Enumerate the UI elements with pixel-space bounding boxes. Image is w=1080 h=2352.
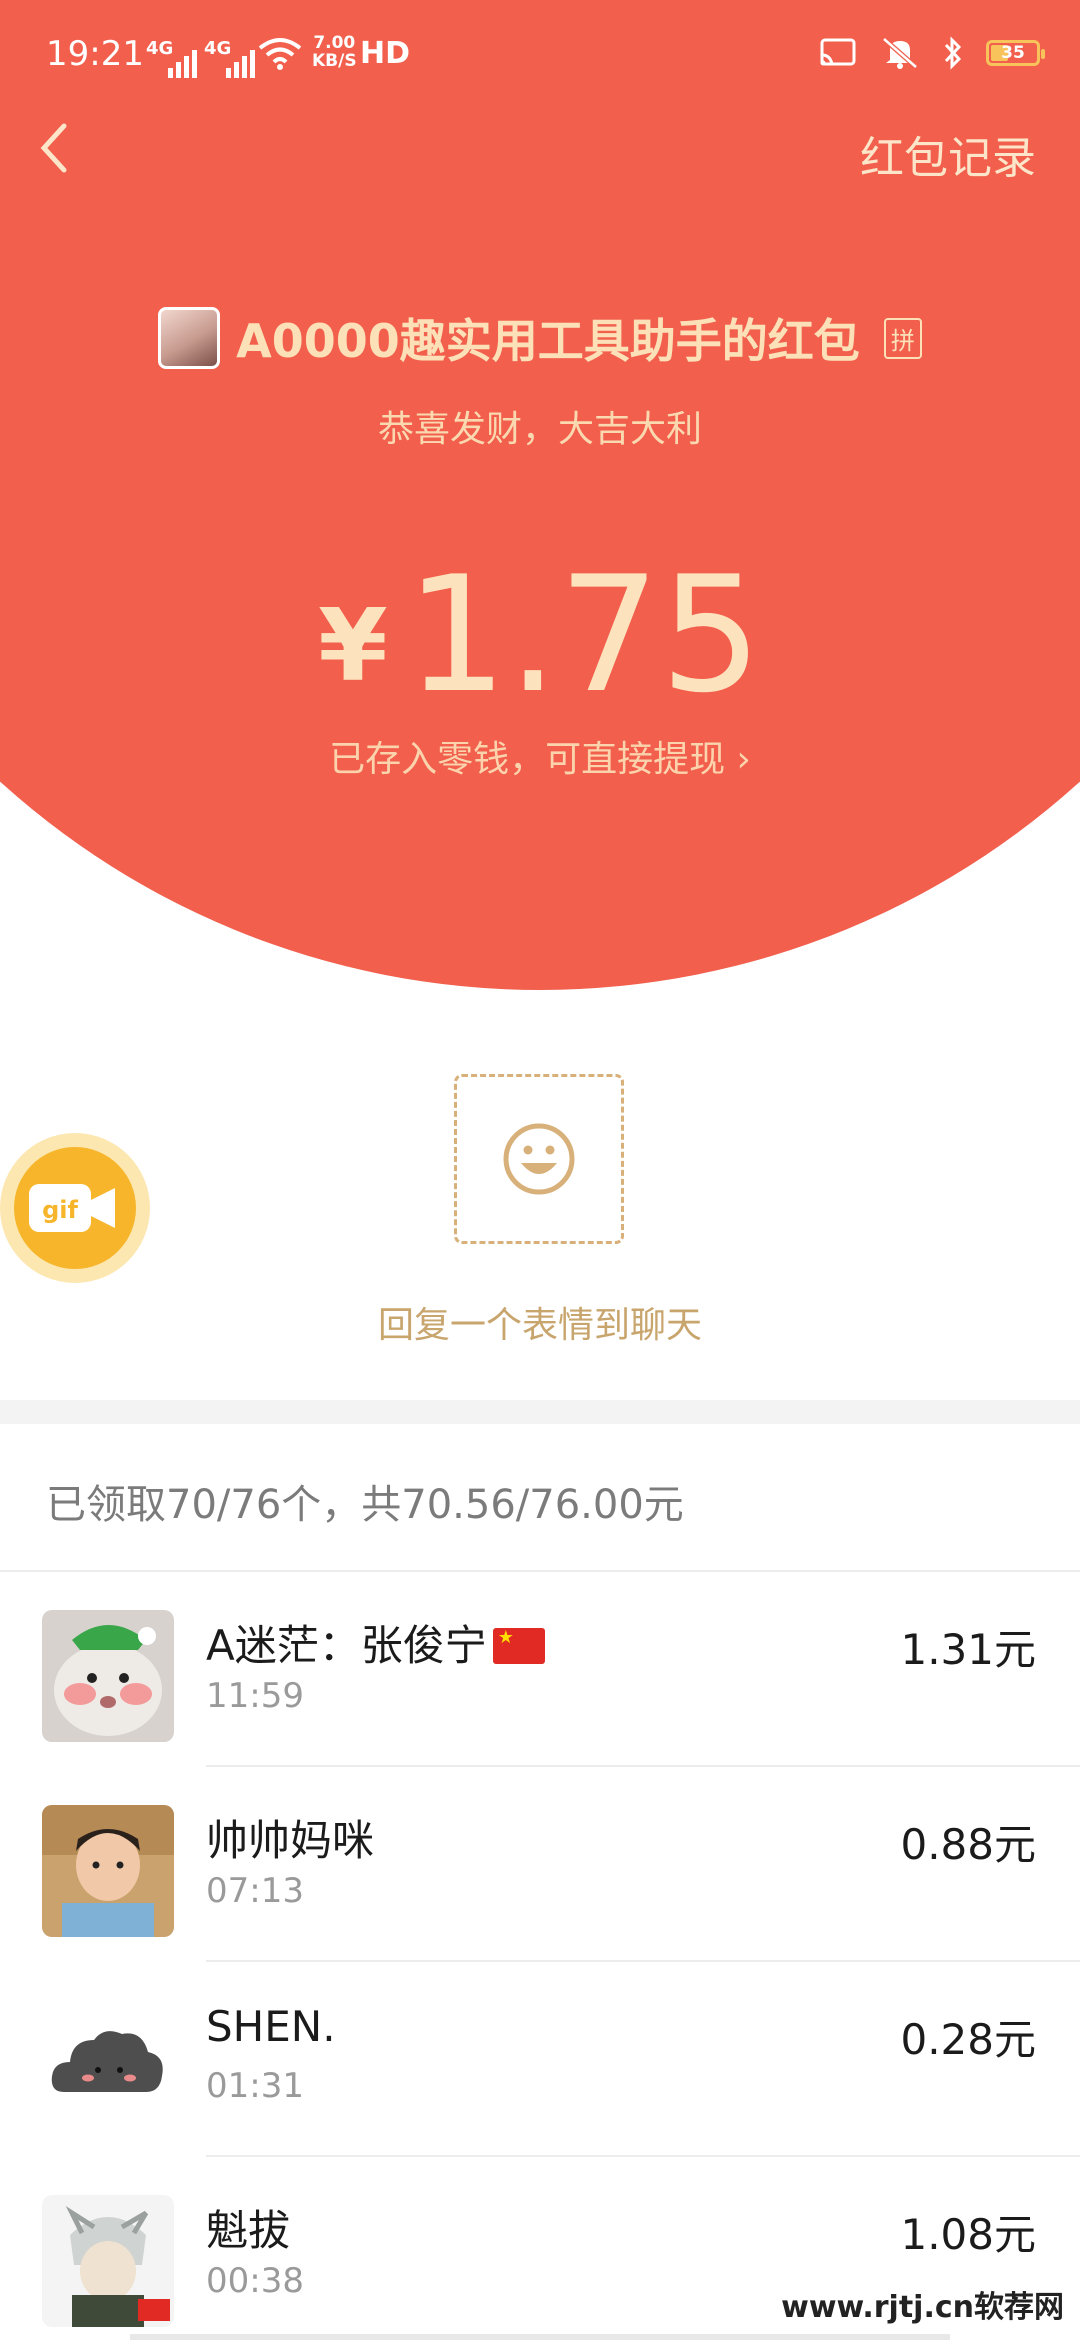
- recipient-avatar: [42, 1610, 174, 1742]
- speed-value: 7.00: [313, 33, 356, 53]
- recipient-avatar: [42, 1805, 174, 1937]
- status-bar: 19:21 4G 4G 7.00 KB/S HD 35: [0, 0, 1080, 110]
- recipient-row[interactable]: SHEN. 01:31 0.28元: [0, 1962, 1080, 2157]
- received-amount: ¥1.75: [0, 555, 1080, 715]
- hd-indicator: HD: [360, 36, 411, 71]
- site-watermark: www.rjtj.cn软荐网: [775, 2280, 1070, 2328]
- recipient-time: 07:13: [206, 1871, 304, 1911]
- gif-camera-icon: gif: [14, 1147, 136, 1269]
- cat-avatar-image: [42, 1610, 174, 1742]
- wifi-icon: [258, 38, 302, 70]
- recipient-amount: 0.88元: [900, 1820, 1036, 1869]
- cast-icon: [820, 38, 856, 66]
- cloud-avatar-image: [42, 2000, 174, 2132]
- mute-bell-icon: [882, 37, 918, 69]
- status-right-icons: 35: [818, 36, 1045, 70]
- recipient-time: 00:38: [206, 2261, 304, 2301]
- signal-bars-icon: [168, 40, 200, 78]
- gif-camera-glyph: gif: [29, 1184, 115, 1232]
- recipient-row[interactable]: A迷茫：张俊宁 11:59 1.31元: [0, 1572, 1080, 1767]
- recipient-row[interactable]: 帅帅妈咪 07:13 0.88元: [0, 1767, 1080, 1962]
- bluetooth-icon: [944, 36, 962, 70]
- recipient-amount: 0.28元: [900, 2015, 1036, 2064]
- blessing-text: 恭喜发财，大吉大利: [377, 409, 702, 450]
- battery-level: 35: [1001, 43, 1025, 63]
- china-flag-icon: [492, 1628, 545, 1664]
- gif-button[interactable]: gif: [0, 1133, 150, 1283]
- recipient-time: 11:59: [206, 1676, 304, 1716]
- emoji-reply-label: 回复一个表情到聊天: [377, 1305, 702, 1346]
- sender-name: A0000趣实用工具助手的红包: [236, 314, 860, 368]
- recipient-name: 帅帅妈咪: [206, 1816, 375, 1865]
- recipient-name: 魁拔: [206, 2206, 291, 2255]
- recipient-amount: 1.31元: [900, 1625, 1036, 1674]
- currency-symbol: ¥: [318, 587, 388, 704]
- stored-to-wallet-link[interactable]: 已存入零钱，可直接提现 ›: [0, 730, 1080, 782]
- section-divider: [0, 1400, 1080, 1424]
- child-avatar-image: [42, 1805, 174, 1937]
- red-packet-records-link[interactable]: 红包记录: [860, 122, 1036, 186]
- recipient-avatar: [42, 2195, 174, 2327]
- gif-text: gif: [42, 1196, 78, 1224]
- recipient-name: SHEN.: [206, 2002, 336, 2051]
- recipient-avatar: [42, 2000, 174, 2132]
- recipient-amount: 1.08元: [900, 2210, 1036, 2259]
- battery-icon: 35: [986, 40, 1045, 66]
- group-packet-badge: 拼: [883, 317, 922, 359]
- amount-value: 1.75: [405, 541, 762, 728]
- recipient-name-text: A迷茫：张俊宁: [206, 1621, 487, 1670]
- sender-avatar: [158, 307, 221, 369]
- status-time: 19:21: [46, 34, 144, 74]
- emoji-reply-button[interactable]: [454, 1074, 624, 1244]
- anime-avatar-image: [42, 2195, 174, 2327]
- sender-row: A0000趣实用工具助手的红包 拼: [0, 305, 1080, 371]
- signal-bars-icon-2: [226, 40, 258, 78]
- smiley-icon: [503, 1123, 575, 1195]
- claim-summary: 已领取70/76个，共70.56/76.00元: [46, 1482, 684, 1528]
- speed-unit: KB/S: [312, 51, 357, 71]
- network-speed: 7.00 KB/S: [312, 34, 357, 70]
- recipient-time: 01:31: [206, 2066, 304, 2106]
- bottom-scroll-indicator: [130, 2334, 950, 2340]
- recipient-name: A迷茫：张俊宁: [206, 1612, 545, 1673]
- chevron-left-icon: [40, 123, 67, 173]
- back-button[interactable]: [34, 118, 84, 178]
